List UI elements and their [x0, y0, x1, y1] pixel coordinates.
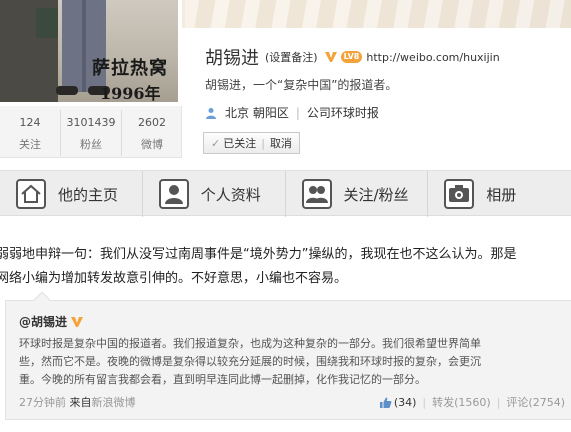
stat-posts-count: 2602 — [138, 116, 166, 129]
stat-following-label: 关注 — [19, 138, 41, 151]
tab-album-label: 相册 — [486, 185, 517, 204]
repost-line: 环球时报是复杂中国的报道者。我们报道复杂，也成为这种复杂的一部分。我们很希望世界… — [19, 337, 481, 350]
repost-footer: 27分钟前 来自新浪微博 — [19, 394, 136, 410]
avatar-bag — [36, 8, 58, 38]
post-line: 弱弱地申辩一句：我们从没写过南周事件是“境外势力”操纵的，我现在也不这么认为。那… — [0, 247, 517, 262]
check-icon: ✓ — [211, 136, 221, 150]
profile-bio: 胡锡进，一个“复杂中国”的报道者。 — [205, 78, 398, 92]
avatar-caption-title: 萨拉热窝 — [92, 58, 168, 79]
unfollow-button[interactable]: 取消 — [270, 135, 292, 151]
stat-following[interactable]: 124 关注 — [0, 110, 61, 156]
repost-time[interactable]: 27分钟前 — [19, 396, 66, 409]
tab-profile[interactable]: 个人资料 — [143, 171, 286, 217]
repost-author: @胡锡进 — [19, 313, 87, 330]
button-separator: | — [261, 136, 265, 150]
repost-author-link[interactable]: @胡锡进 — [19, 313, 67, 330]
repost-from-label: 来自 — [69, 396, 92, 409]
camera-icon — [444, 179, 475, 209]
profile-location[interactable]: 北京 朝阳区 — [225, 104, 289, 121]
stat-followers-label: 粉丝 — [80, 138, 102, 151]
cover-pattern — [185, 0, 571, 28]
like-button[interactable]: (34) — [379, 395, 417, 409]
tab-follows-label: 关注/粉丝 — [343, 185, 409, 204]
avatar-caption-year: 1996年 — [100, 84, 161, 103]
follow-status-button[interactable]: ✓ 已关注 | 取消 — [203, 132, 300, 154]
action-separator: | — [496, 395, 501, 409]
repost-body: 环球时报是复杂中国的报道者。我们报道复杂，也成为这种复杂的一部分。我们很希望世界… — [19, 335, 569, 389]
home-icon — [16, 179, 46, 209]
repost-source[interactable]: 新浪微博 — [92, 396, 136, 409]
stats-bar: 124 关注 3101439 粉丝 2602 微博 — [0, 110, 182, 156]
follow-controls: ✓ 已关注 | 取消 — [203, 132, 300, 154]
tab-home-label: 他的主页 — [58, 185, 119, 204]
stat-posts-label: 微博 — [141, 138, 163, 151]
verified-v-icon[interactable] — [324, 50, 338, 64]
set-remark-link[interactable]: (设置备注) — [265, 49, 318, 65]
repost-pointer — [33, 291, 51, 309]
profile-company[interactable]: 公司环球时报 — [307, 104, 379, 121]
profile-name-row: 胡锡进 (设置备注) LV8 http://weibo.com/huxijin — [205, 44, 500, 70]
meta-separator: | — [295, 105, 300, 120]
profile-meta: 北京 朝阳区 | 公司环球时报 — [205, 104, 379, 121]
action-separator: | — [422, 395, 427, 409]
tab-profile-label: 个人资料 — [200, 185, 261, 204]
profile-name: 胡锡进 — [205, 48, 259, 69]
reposted-weibo: @胡锡进 环球时报是复杂中国的报道者。我们报道复杂，也成为这种复杂的一部分。我们… — [5, 291, 571, 420]
person-icon — [206, 107, 216, 119]
profile-card: 萨拉热窝 1996年 124 关注 3101439 粉丝 2602 微博 — [0, 0, 182, 158]
like-count: (34) — [393, 395, 417, 409]
level-badge[interactable]: LV8 — [340, 51, 363, 63]
repost-actions: (34) | 转发(1560) | 评论(2754) — [379, 394, 565, 410]
thumbs-up-icon — [379, 397, 392, 408]
stat-following-count: 124 — [19, 116, 41, 129]
repost-line: 重。今晚的所有留言我都会看，直到明早连同此博一起删掉，化作我记忆的一部分。 — [19, 373, 426, 386]
stat-posts[interactable]: 2602 微博 — [122, 110, 182, 156]
avatar-shoe — [56, 86, 78, 95]
verified-v-icon[interactable] — [70, 315, 84, 329]
post-text: 弱弱地申辩一句：我们从没写过南周事件是“境外势力”操纵的，我现在也不这么认为。那… — [0, 243, 571, 291]
stat-followers[interactable]: 3101439 粉丝 — [61, 110, 122, 156]
repost-line: 些，然而它不是。夜晚的微博是复杂得以较充分延展的时候，围绕我和环球时报的复杂，会… — [19, 355, 481, 368]
comment-button[interactable]: 评论(2754) — [506, 394, 565, 410]
tab-album[interactable]: 相册 — [428, 171, 571, 217]
users-icon — [301, 179, 332, 209]
post-line: 网络小编为增加转发故意引伸的。不好意思，小编也不容易。 — [0, 271, 348, 286]
stat-followers-count: 3101439 — [66, 116, 116, 129]
tab-follows[interactable]: 关注/粉丝 — [286, 171, 429, 217]
tab-home[interactable]: 他的主页 — [0, 171, 143, 217]
follow-status-label: 已关注 — [223, 137, 257, 150]
profile-icon — [158, 179, 189, 209]
profile-url-link[interactable]: http://weibo.com/huxijin — [366, 51, 499, 64]
profile-tabs: 他的主页 个人资料 关注/粉丝 相册 — [0, 170, 571, 217]
repost-button[interactable]: 转发(1560) — [432, 394, 491, 410]
avatar[interactable]: 萨拉热窝 1996年 — [0, 0, 182, 106]
